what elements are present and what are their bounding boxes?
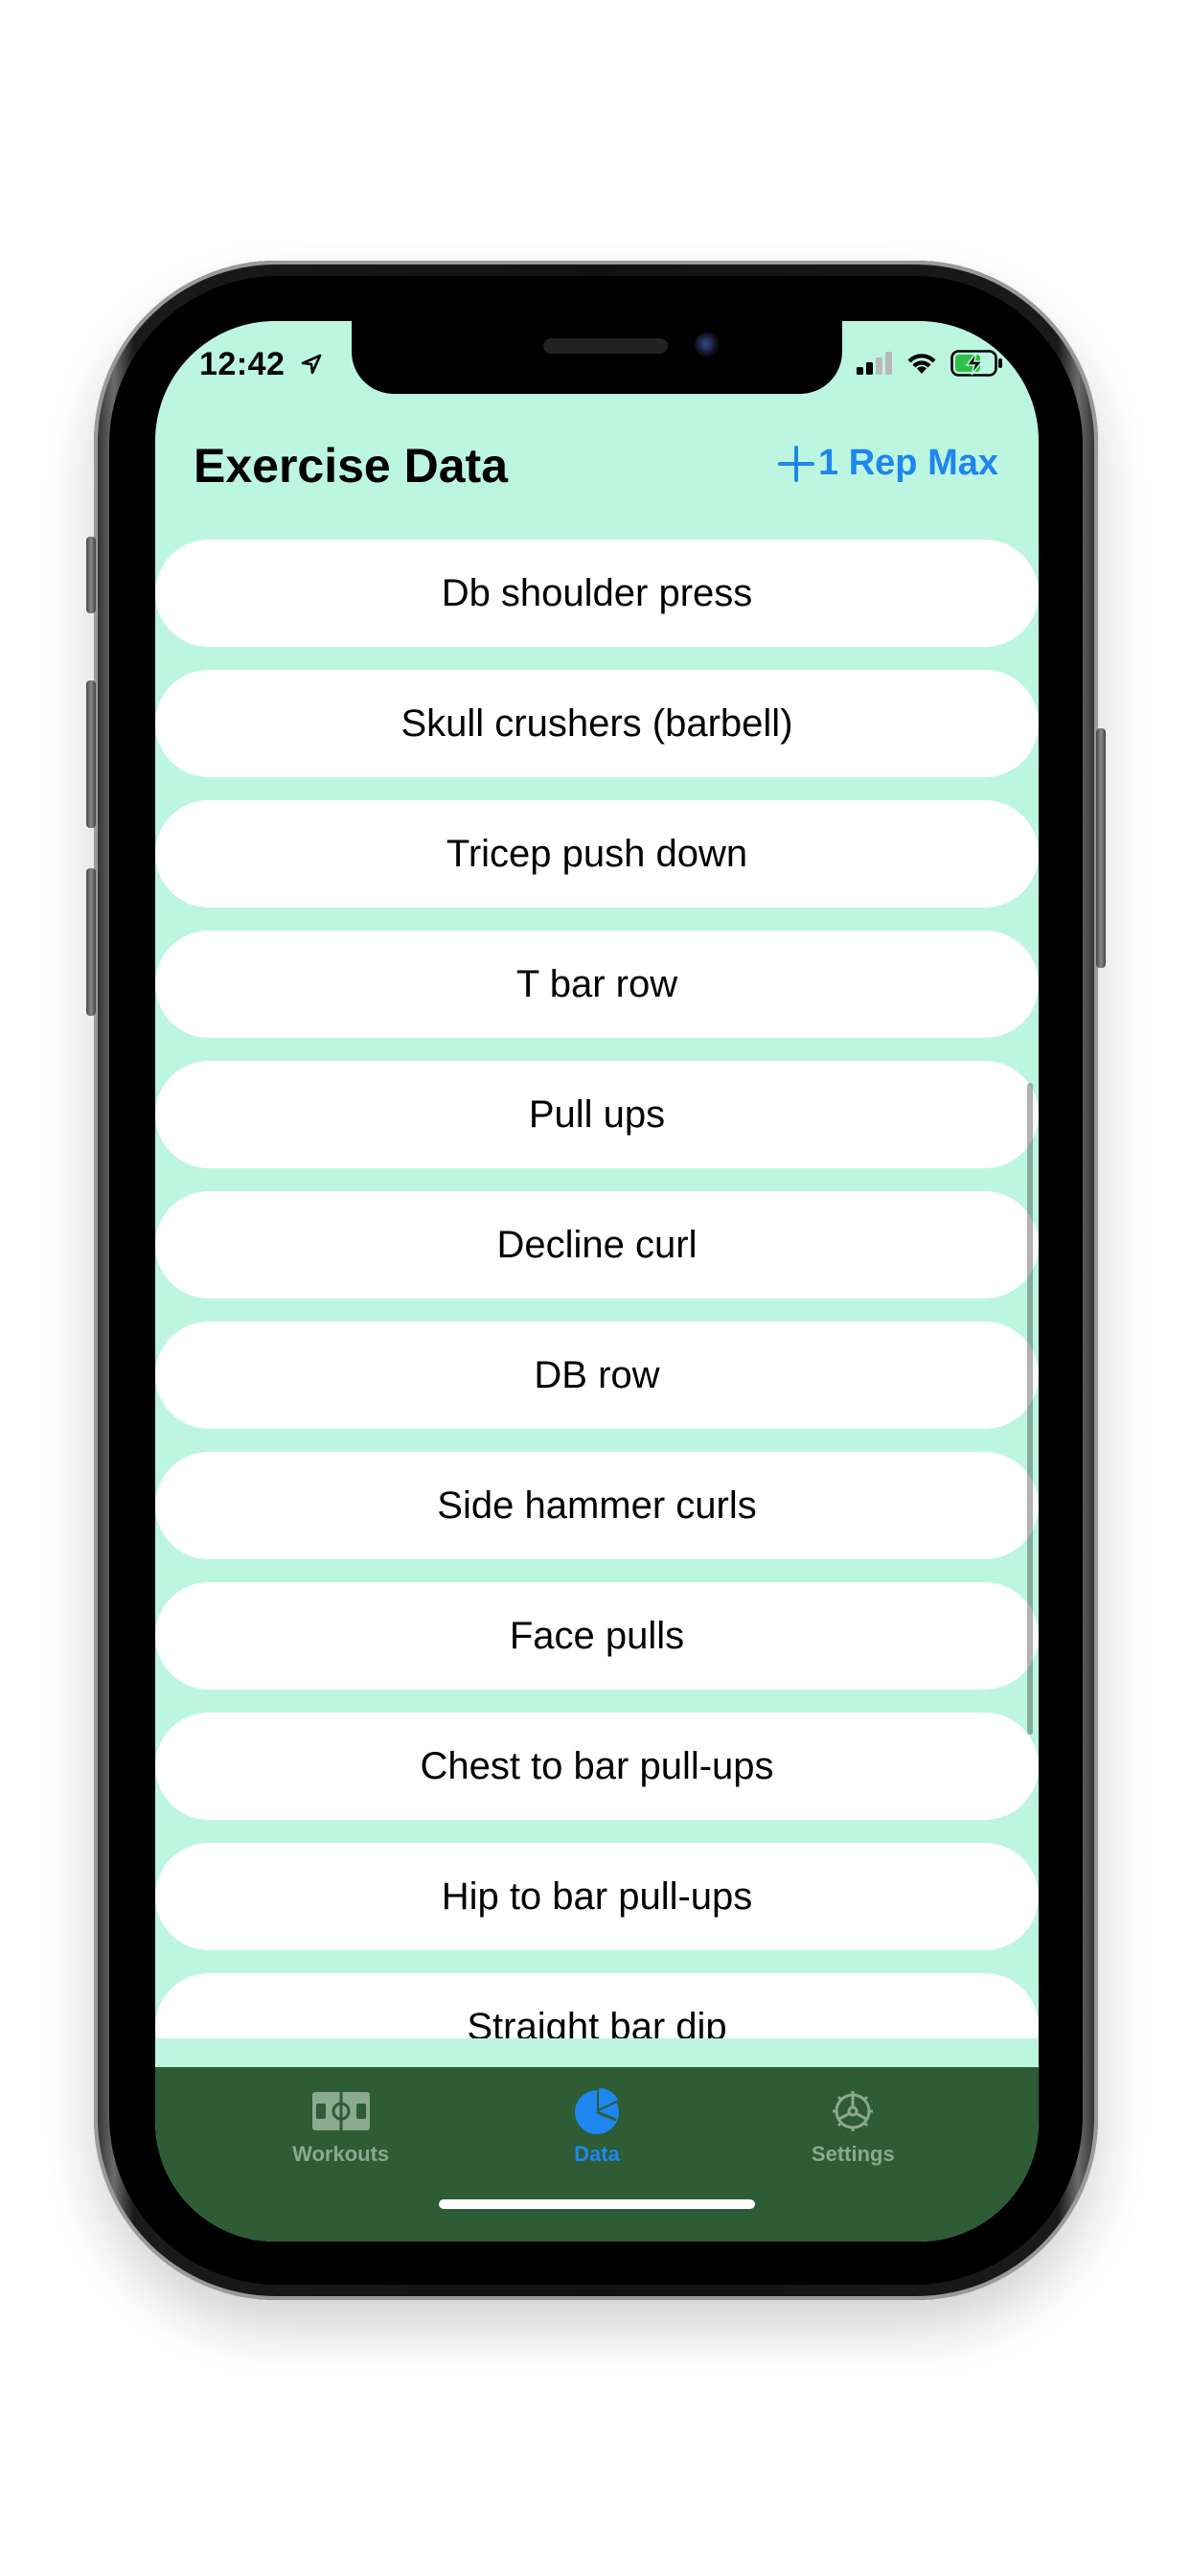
- app-screen: 12:42 Exercise Data 1 Rep Max Db shoulde…: [155, 321, 1039, 2242]
- exercise-row[interactable]: Hip to bar pull-ups: [155, 1843, 1039, 1950]
- exercise-row[interactable]: Chest to bar pull-ups: [155, 1713, 1039, 1820]
- exercise-row[interactable]: Decline curl: [155, 1191, 1039, 1299]
- exercise-row[interactable]: Straight bar dip: [155, 1973, 1039, 2038]
- tab-bar: Workouts Data Settings: [155, 2067, 1039, 2242]
- tab-settings[interactable]: Settings: [757, 2067, 949, 2242]
- tab-data-label: Data: [574, 2142, 620, 2166]
- exercise-row[interactable]: Db shoulder press: [155, 540, 1039, 647]
- home-indicator[interactable]: [439, 2199, 755, 2209]
- earpiece-speaker: [543, 338, 668, 354]
- add-one-rep-max-label: 1 Rep Max: [818, 443, 998, 483]
- tab-data[interactable]: Data: [501, 2067, 693, 2242]
- exercise-list[interactable]: Db shoulder press Skull crushers (barbel…: [155, 540, 1039, 2038]
- exercise-row[interactable]: Face pulls: [155, 1582, 1039, 1690]
- gear-icon: [833, 2091, 874, 2131]
- exercise-row[interactable]: DB row: [155, 1322, 1039, 1429]
- volume-down-button: [86, 868, 96, 1016]
- front-camera: [695, 333, 720, 357]
- cellular-signal-icon: [857, 352, 892, 375]
- pie-chart-icon: [574, 2087, 619, 2134]
- tab-workouts[interactable]: Workouts: [245, 2067, 437, 2242]
- workouts-icon: [311, 2092, 370, 2130]
- battery-charging-icon: [950, 350, 1002, 377]
- location-arrow-icon: [301, 354, 322, 375]
- scroll-indicator[interactable]: [1027, 1083, 1033, 1735]
- page-title: Exercise Data: [194, 439, 509, 493]
- exercise-row[interactable]: Skull crushers (barbell): [155, 670, 1039, 777]
- volume-up-button: [86, 680, 96, 828]
- tab-settings-label: Settings: [811, 2142, 895, 2166]
- exercise-row[interactable]: Side hammer curls: [155, 1452, 1039, 1559]
- status-time: 12:42: [199, 346, 286, 382]
- status-indicators: [857, 350, 1004, 377]
- silent-switch: [86, 537, 96, 613]
- tab-workouts-label: Workouts: [292, 2142, 390, 2166]
- notch: [352, 321, 842, 394]
- plus-icon: [776, 444, 816, 484]
- exercise-row[interactable]: Pull ups: [155, 1061, 1039, 1168]
- wifi-icon: [907, 354, 936, 374]
- power-button: [1096, 728, 1106, 968]
- add-one-rep-max-button[interactable]: 1 Rep Max: [776, 443, 998, 484]
- exercise-row[interactable]: T bar row: [155, 931, 1039, 1038]
- exercise-row[interactable]: Tricep push down: [155, 800, 1039, 908]
